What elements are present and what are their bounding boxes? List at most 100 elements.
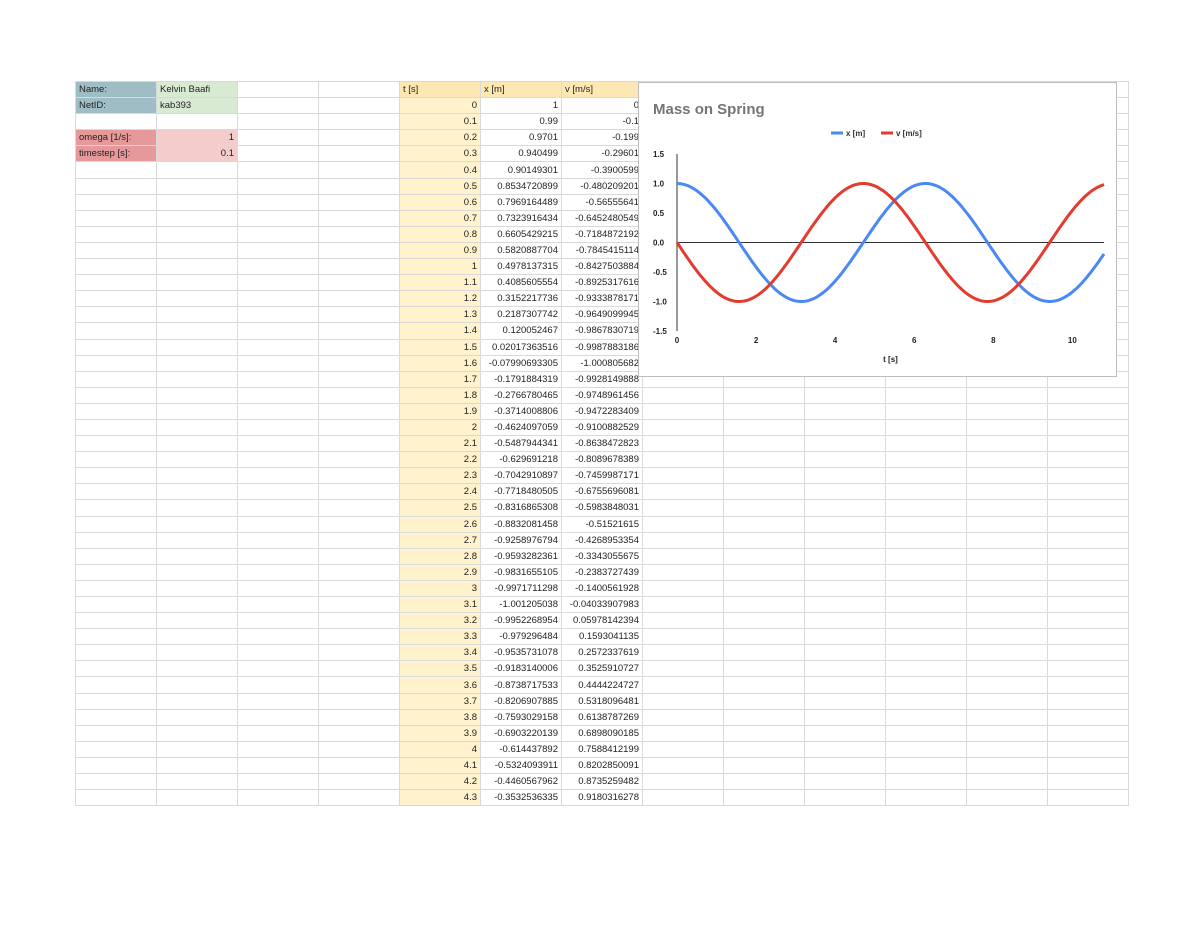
cell[interactable] [885,692,967,710]
cell[interactable] [804,644,886,662]
cell[interactable] [966,547,1048,565]
cell[interactable] [885,499,967,517]
cell[interactable] [966,418,1048,437]
x-value-cell[interactable]: -0.4624097059 [480,418,562,437]
cell[interactable] [237,177,319,195]
cell[interactable] [1047,740,1129,758]
cell[interactable] [75,628,157,646]
cell[interactable] [75,547,157,565]
cell[interactable] [75,418,157,437]
cell[interactable] [642,789,724,807]
cell[interactable] [318,129,400,147]
v-value-cell[interactable]: -0.1400561928 [561,579,643,598]
cell[interactable] [75,789,157,807]
cell[interactable] [75,773,157,791]
cell[interactable] [318,579,400,598]
cell[interactable] [75,756,157,775]
cell[interactable] [642,579,724,598]
cell[interactable] [318,563,400,581]
cell[interactable] [318,177,400,195]
cell[interactable] [1047,612,1129,630]
cell[interactable] [723,773,805,791]
cell[interactable] [1047,628,1129,646]
cell[interactable] [318,756,400,775]
cell[interactable] [75,177,157,195]
cell[interactable] [966,740,1048,758]
cell[interactable] [237,274,319,292]
cell[interactable] [642,483,724,501]
x-value-cell[interactable]: 1 [480,97,562,115]
v-value-cell[interactable]: -0.4268953354 [561,531,643,549]
cell[interactable] [966,595,1048,614]
x-value-cell[interactable]: -0.8316865308 [480,499,562,517]
x-value-cell[interactable]: 0.7323916434 [480,209,562,227]
v-value-cell[interactable]: 0.5318096481 [561,692,643,710]
v-value-cell[interactable]: -0.199 [561,129,643,147]
x-value-cell[interactable]: -0.9535731078 [480,644,562,662]
cell[interactable] [642,418,724,437]
cell[interactable] [75,290,157,308]
cell[interactable] [804,789,886,807]
cell[interactable] [156,338,238,356]
cell[interactable] [318,209,400,227]
cell[interactable] [642,708,724,726]
cell[interactable] [885,563,967,581]
cell[interactable] [75,193,157,211]
cell[interactable] [156,789,238,807]
x-value-cell[interactable]: -0.614437892 [480,740,562,758]
v-value-cell[interactable]: -0.8089678389 [561,451,643,469]
x-value-cell[interactable]: -0.9971711298 [480,579,562,598]
cell[interactable] [1047,660,1129,678]
cell[interactable] [318,145,400,163]
cell[interactable] [237,306,319,324]
x-value-cell[interactable]: -0.3714008806 [480,402,562,420]
x-value-cell[interactable]: 0.8534720899 [480,177,562,195]
x-value-cell[interactable]: 0.940499 [480,145,562,163]
cell[interactable] [75,531,157,549]
t-value-cell[interactable]: 0.2 [399,129,481,147]
cell[interactable] [156,563,238,581]
cell[interactable] [75,467,157,485]
cell[interactable] [885,628,967,646]
cell[interactable] [642,692,724,710]
cell[interactable] [237,628,319,646]
cell[interactable] [642,547,724,565]
cell[interactable] [642,628,724,646]
cell[interactable] [1047,708,1129,726]
cell[interactable] [156,177,238,195]
cell[interactable] [156,258,238,276]
v-value-cell[interactable]: 0.8202850091 [561,756,643,775]
cell[interactable] [642,756,724,775]
cell[interactable] [966,789,1048,807]
t-value-cell[interactable]: 2.2 [399,451,481,469]
cell[interactable] [318,225,400,243]
cell[interactable] [156,756,238,775]
cell[interactable] [318,724,400,742]
cell[interactable] [723,499,805,517]
x-value-cell[interactable]: 0.9701 [480,129,562,147]
cell[interactable] [75,113,157,131]
cell[interactable] [75,660,157,678]
cell[interactable] [642,435,724,453]
v-value-cell[interactable]: -0.29601 [561,145,643,163]
cell[interactable] [156,370,238,388]
cell[interactable] [237,97,319,115]
cell[interactable] [966,515,1048,533]
x-value-cell[interactable]: -0.7042910897 [480,467,562,485]
cell[interactable] [75,386,157,404]
cell[interactable] [237,515,319,533]
cell[interactable] [723,612,805,630]
netid-label-cell[interactable]: NetID: [75,97,157,115]
cell[interactable] [966,435,1048,453]
t-value-cell[interactable]: 3.1 [399,595,481,614]
column-header-t[interactable]: t [s] [399,80,481,99]
cell[interactable] [156,773,238,791]
cell[interactable] [318,499,400,517]
cell[interactable] [75,258,157,276]
cell[interactable] [237,451,319,469]
cell[interactable] [156,322,238,340]
v-value-cell[interactable]: -0.9649099945 [561,306,643,324]
t-value-cell[interactable]: 1.2 [399,290,481,308]
cell[interactable] [723,483,805,501]
cell[interactable] [966,660,1048,678]
